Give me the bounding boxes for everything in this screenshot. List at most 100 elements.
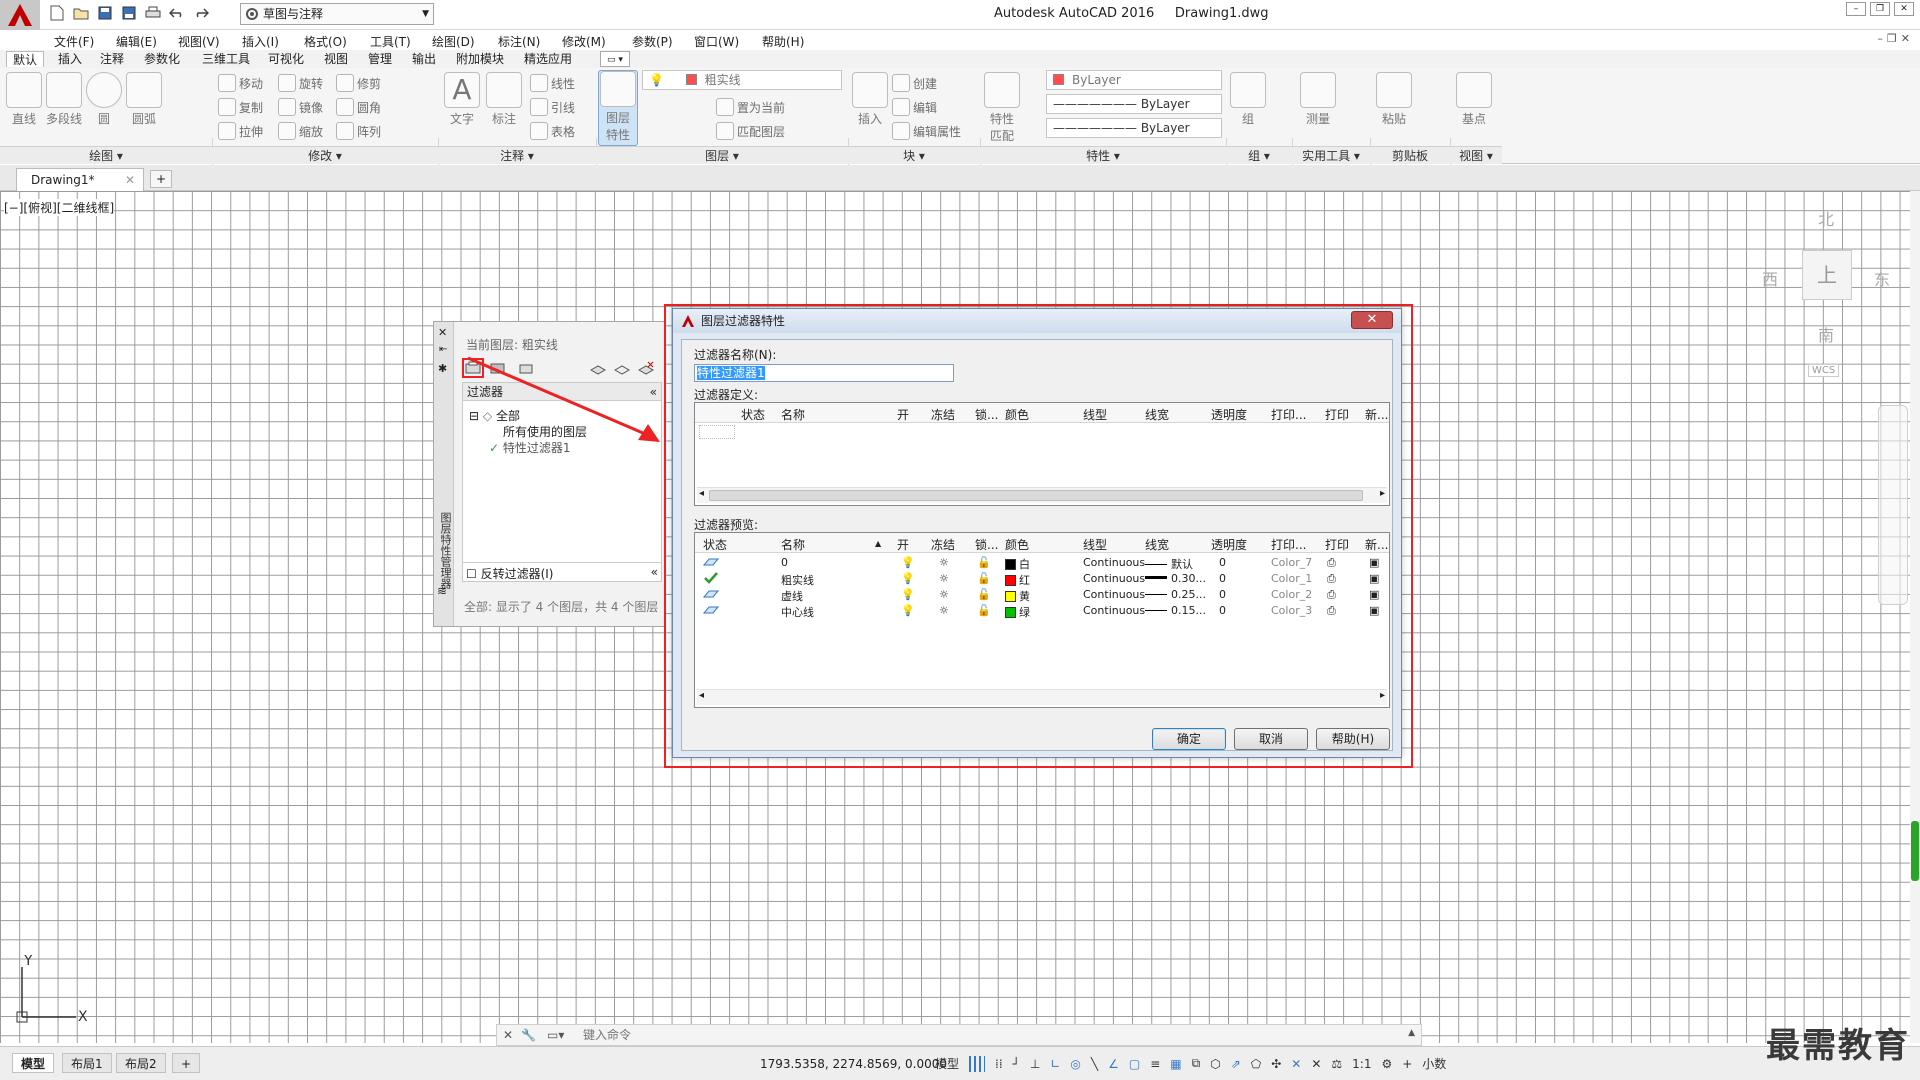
print-icon[interactable] <box>144 4 162 22</box>
grid-icon[interactable] <box>969 1055 986 1072</box>
filter-definition-grid[interactable]: 状态 名称 开 冻结 锁... 颜色 线型 线宽 透明度 打印... 打印 新.… <box>694 402 1390 506</box>
layout-tab-layout2[interactable]: 布局2 <box>116 1053 166 1073</box>
lineweight-dropdown[interactable]: ——————— ByLayer <box>1046 118 1222 138</box>
save-as-icon[interactable] <box>120 4 138 22</box>
autocad-logo-icon[interactable] <box>0 0 40 30</box>
leader-button[interactable]: 引线 <box>530 98 575 116</box>
selection-cycling-icon[interactable]: ⧉ <box>1192 1056 1201 1071</box>
layer-color-cell[interactable]: 黄 <box>1005 588 1030 604</box>
rotate-button[interactable]: 旋转 <box>278 74 323 92</box>
palette-settings-icon[interactable]: ✱ <box>438 362 447 375</box>
restore-icon[interactable]: ❐ <box>1870 2 1890 16</box>
menu-edit[interactable]: 编辑(E) <box>116 33 157 50</box>
vertical-scrollbar[interactable] <box>1910 191 1920 1043</box>
tab-output[interactable]: 输出 <box>406 51 442 67</box>
layer-on-lightbulb-icon[interactable]: 💡 <box>901 604 915 617</box>
col-on[interactable]: 开 <box>897 536 909 553</box>
col-lineweight[interactable]: 线宽 <box>1145 406 1169 423</box>
layer-lineweight-cell[interactable]: 0.30... <box>1145 572 1206 585</box>
line-button[interactable]: 直线 <box>4 72 44 127</box>
col-name[interactable]: 名称 <box>781 406 805 423</box>
cancel-button[interactable]: 取消 <box>1234 728 1308 750</box>
layout-tab-layout1[interactable]: 布局1 <box>62 1053 112 1073</box>
units-value[interactable]: 小数 <box>1422 1055 1446 1072</box>
menu-file[interactable]: 文件(F) <box>54 33 94 50</box>
col-transparency[interactable]: 透明度 <box>1211 536 1247 553</box>
minimize-icon[interactable]: – <box>1846 2 1866 16</box>
layer-new-vp-freeze-icon[interactable]: ▣ <box>1369 604 1379 617</box>
menu-insert[interactable]: 插入(I) <box>242 33 279 50</box>
tab-parametric[interactable]: 参数化 <box>138 51 186 67</box>
new-file-icon[interactable] <box>48 4 66 22</box>
col-color[interactable]: 颜色 <box>1005 406 1029 423</box>
command-history-icon[interactable]: ▲ <box>1408 1028 1415 1038</box>
layer-row[interactable]: 虚线 💡 ☼ 🔓 黄 Continuous 0.25... 0 Color_2 ⎙ ▣ <box>695 587 1389 603</box>
measure-button[interactable]: 测量 <box>1298 72 1338 127</box>
layer-unlock-icon[interactable]: 🔓 <box>977 604 991 617</box>
close-command-line-icon[interactable]: ✕ <box>503 1028 513 1042</box>
fillet-button[interactable]: 圆角 <box>336 98 381 116</box>
layer-row[interactable]: 0 💡 ☼ 🔓 白 Continuous 默认 0 Color_7 ⎙ ▣ <box>695 555 1389 571</box>
col-plot[interactable]: 打印 <box>1325 406 1349 423</box>
linear-button[interactable]: 线性 <box>530 74 575 92</box>
array-button[interactable]: 阵列 <box>336 122 381 140</box>
layer-color-cell[interactable]: 绿 <box>1005 604 1030 620</box>
layer-status-icon[interactable] <box>703 604 719 616</box>
transparency-icon[interactable]: ▦ <box>1170 1057 1181 1071</box>
panel-title-layers[interactable]: 图层 ▾ <box>596 146 848 164</box>
isodraft-icon[interactable]: ╲ <box>1091 1057 1098 1071</box>
move-button[interactable]: 移动 <box>218 74 263 92</box>
col-lock[interactable]: 锁... <box>975 406 998 423</box>
help-button[interactable]: 帮助(H) <box>1316 728 1390 750</box>
col-new-vp-freeze[interactable]: 新... <box>1365 406 1388 423</box>
layer-plot-printer-icon[interactable]: ⎙ <box>1327 556 1336 570</box>
close-icon[interactable]: ✕ <box>1894 2 1914 16</box>
scroll-indicator[interactable] <box>1911 821 1919 881</box>
layer-unlock-icon[interactable]: 🔓 <box>977 572 991 585</box>
layer-plot-printer-icon[interactable]: ⎙ <box>1327 604 1336 618</box>
menu-format[interactable]: 格式(O) <box>304 33 347 50</box>
color-dropdown[interactable]: ByLayer <box>1046 70 1222 90</box>
layer-thaw-sun-icon[interactable]: ☼ <box>939 572 949 585</box>
auto-scale-icon[interactable]: ✕ <box>1311 1057 1321 1071</box>
scroll-left-icon[interactable]: ◂ <box>699 690 704 701</box>
panel-title-utilities[interactable]: 实用工具 ▾ <box>1292 146 1370 164</box>
dynamic-ucs-icon[interactable]: ⇗ <box>1231 1057 1241 1071</box>
col-on[interactable]: 开 <box>897 406 909 423</box>
layer-properties-button[interactable]: 图层 特性 <box>598 70 638 146</box>
coordinates-readout[interactable]: 1793.5358, 2274.8569, 0.0000 <box>760 1057 947 1071</box>
tab-default[interactable]: 默认 <box>6 51 45 67</box>
gizmo-icon[interactable]: ✣ <box>1271 1057 1281 1071</box>
layer-thaw-sun-icon[interactable]: ☼ <box>939 556 949 569</box>
annotation-scale-value[interactable]: 1:1 <box>1352 1057 1371 1071</box>
col-plot[interactable]: 打印 <box>1325 536 1349 553</box>
command-line[interactable]: ✕ 🔧 ▭▾ ▲ <box>496 1024 1422 1046</box>
annotation-scale-icon[interactable]: ⚖ <box>1331 1057 1342 1071</box>
invert-filter-checkbox[interactable]: ☐ 反转过滤器(I) « <box>462 562 662 581</box>
layer-dropdown[interactable]: 💡 粗实线 <box>642 70 842 90</box>
close-palette-icon[interactable]: ✕ <box>438 326 447 339</box>
collapse-icon[interactable]: « <box>651 565 658 579</box>
definition-hscrollbar[interactable]: ◂ ▸ <box>697 487 1387 503</box>
layer-transparency[interactable]: 0 <box>1219 604 1226 617</box>
viewcube-south[interactable]: 南 <box>1818 322 1834 346</box>
layer-color-cell[interactable]: 红 <box>1005 572 1030 588</box>
layer-unlock-icon[interactable]: 🔓 <box>977 556 991 569</box>
set-current-button[interactable]: 置为当前 <box>716 98 785 116</box>
save-icon[interactable] <box>96 4 114 22</box>
tab-annotate[interactable]: 注释 <box>94 51 130 67</box>
current-layer-check-icon[interactable] <box>703 572 719 584</box>
viewcube-north[interactable]: 北 <box>1818 206 1834 230</box>
annotation-monitor-icon[interactable]: + <box>1402 1057 1412 1071</box>
panel-title-annotation[interactable]: 注释 ▾ <box>438 146 596 164</box>
filter-preview-grid[interactable]: 状态 名称 ▲ 开 冻结 锁... 颜色 线型 线宽 透明度 打印... 打印 … <box>694 532 1390 708</box>
close-tab-icon[interactable]: ✕ <box>125 169 135 191</box>
preview-hscrollbar[interactable]: ◂ ▸ <box>697 689 1387 705</box>
col-lock[interactable]: 锁... <box>975 536 998 553</box>
dialog-close-button[interactable]: ✕ <box>1351 311 1393 329</box>
copy-button[interactable]: 复制 <box>218 98 263 116</box>
open-file-icon[interactable] <box>72 4 90 22</box>
redo-icon[interactable] <box>192 4 210 22</box>
menu-tools[interactable]: 工具(T) <box>370 33 411 50</box>
menu-help[interactable]: 帮助(H) <box>762 33 804 50</box>
